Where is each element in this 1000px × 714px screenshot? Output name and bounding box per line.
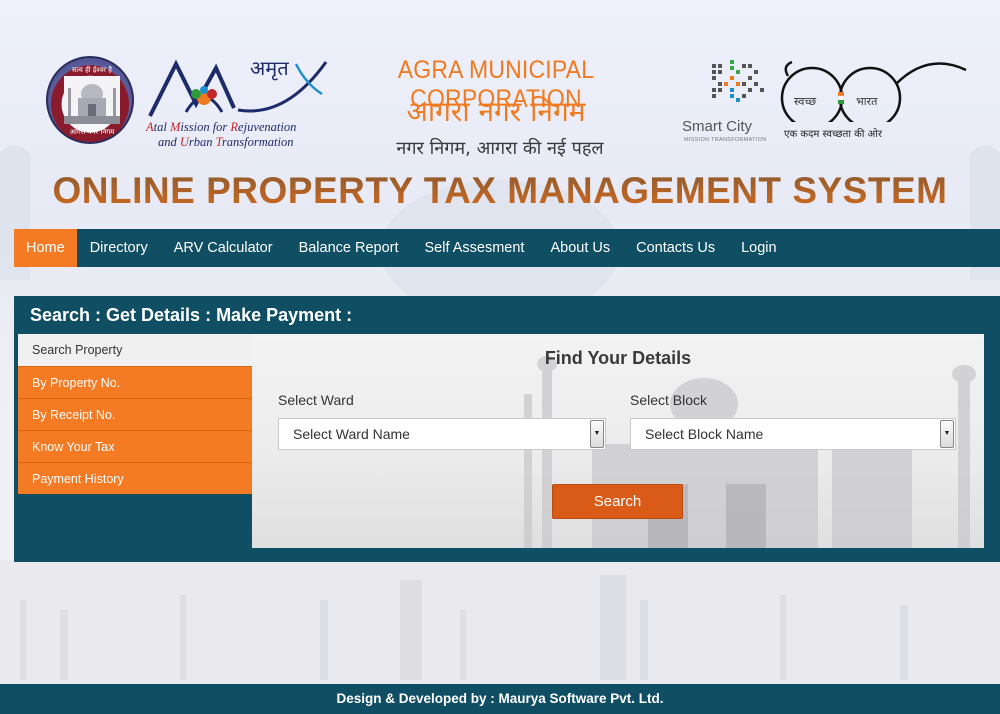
search-panel: Search : Get Details : Make Payment : Se… xyxy=(14,296,1000,562)
swachh-bharat-logo: स्वच्छ भारत एक कदम स्वच्छता की ओर xyxy=(778,56,974,146)
block-select[interactable]: Select Block Name ▼ xyxy=(630,418,956,450)
sidebar-item-by-property-no[interactable]: By Property No. xyxy=(18,366,252,398)
amrut-emblem-icon xyxy=(148,59,328,117)
smart-city-tagline: MISSION TRANSFORMATION xyxy=(684,137,767,143)
ward-select[interactable]: Select Ward Name ▼ xyxy=(278,418,606,450)
block-select-value: Select Block Name xyxy=(645,426,764,442)
bharat-word: भारत xyxy=(856,95,878,108)
ward-select-value: Select Ward Name xyxy=(293,426,410,442)
spectacles-icon xyxy=(780,60,967,122)
amrut-logo: अमृत Atal Mission for Rejuvenation and U… xyxy=(146,54,336,150)
nav-balance-report[interactable]: Balance Report xyxy=(286,229,412,267)
dropdown-arrow-icon[interactable]: ▼ xyxy=(590,420,604,448)
corporation-name-hindi: आगरा नगर निगम xyxy=(406,95,586,128)
site-title: ONLINE PROPERTY TAX MANAGEMENT SYSTEM xyxy=(0,170,1000,212)
sidebar-item-payment-history[interactable]: Payment History xyxy=(18,462,252,494)
nav-home[interactable]: Home xyxy=(14,229,77,267)
swachh-tagline: एक कदम स्वच्छता की ओर xyxy=(784,129,882,140)
corporation-seal-logo: सत्य ही ईश्वर है आगरा नगर निगम xyxy=(46,56,134,144)
nav-login[interactable]: Login xyxy=(728,229,789,267)
main-navbar: Home Directory ARV Calculator Balance Re… xyxy=(14,229,1000,267)
seal-bottom-text: आगरा नगर निगम xyxy=(69,128,115,136)
swachh-word: स्वच्छ xyxy=(794,95,817,108)
ward-label: Select Ward xyxy=(278,392,354,408)
panel-title: Search : Get Details : Make Payment : xyxy=(30,305,353,325)
site-header: सत्य ही ईश्वर है आगरा नगर निगम अमृत Atal… xyxy=(0,0,1000,228)
nav-about-us[interactable]: About Us xyxy=(537,229,623,267)
block-label: Select Block xyxy=(630,392,708,408)
site-footer: Design & Developed by : Maurya Software … xyxy=(0,684,1000,714)
nav-contacts-us[interactable]: Contacts Us xyxy=(623,229,728,267)
seal-top-text: सत्य ही ईश्वर है xyxy=(72,66,112,74)
nav-directory[interactable]: Directory xyxy=(77,229,161,267)
amrut-hindi-text: अमृत xyxy=(250,56,289,80)
amrut-line-1: Atal Mission for Rejuvenation xyxy=(146,120,297,134)
taj-mahal-icon xyxy=(64,76,120,124)
search-button[interactable]: Search xyxy=(552,484,683,519)
sidebar-item-search-property[interactable]: Search Property xyxy=(18,334,252,366)
nav-arv-calculator[interactable]: ARV Calculator xyxy=(161,229,286,267)
nav-self-assesment[interactable]: Self Assesment xyxy=(412,229,538,267)
smart-city-grid-icon xyxy=(712,60,764,102)
search-sidebar: Search Property By Property No. By Recei… xyxy=(18,334,252,494)
dropdown-arrow-icon[interactable]: ▼ xyxy=(940,420,954,448)
smart-city-name: Smart City xyxy=(682,118,753,135)
sidebar-item-know-your-tax[interactable]: Know Your Tax xyxy=(18,430,252,462)
find-details-form: Find Your Details Select Ward Select War… xyxy=(252,334,984,548)
find-details-title: Find Your Details xyxy=(544,348,692,368)
amrut-line-2: and Urban Transformation xyxy=(158,135,294,149)
sidebar-item-by-receipt-no[interactable]: By Receipt No. xyxy=(18,398,252,430)
corporation-tagline: नगर निगम, आगरा की नई पहल xyxy=(396,138,604,159)
smart-city-logo: Smart City MISSION TRANSFORMATION xyxy=(682,58,772,144)
